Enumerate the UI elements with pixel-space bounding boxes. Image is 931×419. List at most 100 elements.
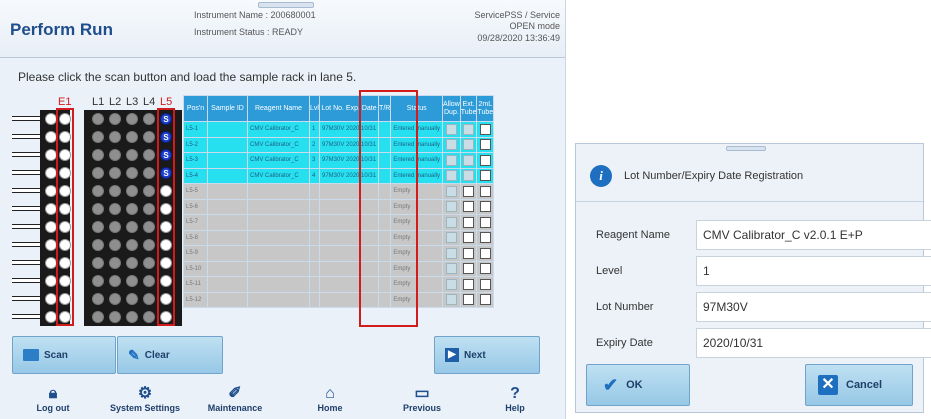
allow-dup-checkbox[interactable] [445, 170, 457, 182]
footer-system-settings[interactable]: ⚙ System Settings [95, 385, 195, 413]
table-cell-reagent[interactable] [247, 260, 310, 277]
ext-tube-checkbox[interactable] [463, 247, 475, 259]
table-row[interactable]: L5-4 CMV Calibrator_C 4 97M30V 2020/10/31 En… [183, 167, 495, 184]
ext-tube-checkbox[interactable] [463, 185, 475, 197]
2ml-tube-checkbox[interactable] [479, 154, 491, 166]
table-row[interactable]: L5-2 CMV Calibrator_C 2 97M30V 2020/10/31 En… [183, 136, 495, 153]
ext-tube-checkbox[interactable] [463, 263, 475, 275]
dialog-drag-handle[interactable] [726, 146, 766, 151]
2ml-tube-checkbox[interactable] [479, 216, 491, 228]
cancel-button-label: Cancel [846, 379, 883, 391]
table-row[interactable]: L5-7 Empty [183, 214, 495, 231]
2ml-tube-checkbox[interactable] [479, 294, 491, 306]
table-row[interactable]: L5-10 Empty [183, 260, 495, 277]
table-row[interactable]: L5-3 CMV Calibrator_C 3 97M30V 2020/10/31 En… [183, 152, 495, 169]
table-cell-pos: L5-6 [183, 198, 208, 215]
ext-tube-checkbox[interactable] [463, 139, 475, 151]
table-cell-reagent[interactable] [247, 198, 310, 215]
allow-dup-checkbox[interactable] [445, 294, 457, 306]
2ml-tube-checkbox[interactable] [479, 139, 491, 151]
table-row[interactable]: L5-9 Empty [183, 245, 495, 262]
2ml-tube-checkbox[interactable] [479, 185, 491, 197]
table-cell-reagent[interactable] [247, 291, 310, 308]
table-header-cell: Lvl [309, 95, 320, 122]
reagent-name-field[interactable]: CMV Calibrator_C v2.0.1 E+P [696, 220, 931, 250]
table-row[interactable]: L5-1 CMV Calibrator_C 1 97M30V 2020/10/31 En… [183, 121, 495, 138]
ext-tube-checkbox[interactable] [463, 232, 475, 244]
expiry-date-label: Expiry Date [596, 337, 653, 349]
header-bar: Perform Run Instrument Name : 200680001 … [0, 0, 565, 58]
tube-slot [143, 257, 155, 269]
clear-button[interactable]: ✎ Clear [117, 336, 223, 374]
cancel-button[interactable]: ✕ Cancel [805, 364, 913, 406]
expiry-date-field[interactable]: 2020/10/31 [696, 328, 931, 358]
tube-slot [126, 293, 138, 305]
tube-slot [143, 221, 155, 233]
table-row[interactable]: L5-8 Empty [183, 229, 495, 246]
clear-button-label: Clear [144, 349, 170, 361]
lane-label-l4: L4 [143, 96, 156, 108]
footer-maintenance[interactable]: ✐ Maintenance [185, 385, 285, 413]
tube-slot [92, 221, 104, 233]
2ml-tube-checkbox[interactable] [479, 170, 491, 182]
table-cell-reagent[interactable]: CMV Calibrator_C [247, 152, 310, 169]
allow-dup-checkbox[interactable] [445, 201, 457, 213]
allow-dup-checkbox[interactable] [445, 247, 457, 259]
allow-dup-checkbox[interactable] [445, 216, 457, 228]
allow-dup-checkbox[interactable] [445, 232, 457, 244]
ext-tube-checkbox[interactable] [463, 154, 475, 166]
table-cell-lvl [309, 276, 320, 293]
ok-button[interactable]: ✔ OK [586, 364, 690, 406]
ext-tube-checkbox[interactable] [463, 170, 475, 182]
table-cell-allow-dup [442, 260, 461, 277]
ext-tube-checkbox[interactable] [463, 294, 475, 306]
2ml-tube-checkbox[interactable] [479, 247, 491, 259]
footer-home-label: Home [317, 403, 343, 413]
2ml-tube-checkbox[interactable] [479, 278, 491, 290]
scan-button[interactable]: Scan [12, 336, 116, 374]
table-cell-reagent[interactable]: CMV Calibrator_C [247, 167, 310, 184]
table-cell-reagent[interactable] [247, 229, 310, 246]
2ml-tube-checkbox[interactable] [479, 123, 491, 135]
tube-slot [92, 131, 104, 143]
ext-tube-checkbox[interactable] [463, 201, 475, 213]
footer-previous[interactable]: ▭ Previous [372, 385, 472, 413]
allow-dup-checkbox[interactable] [445, 154, 457, 166]
footer-logout[interactable]: 🔒︎ Log out [3, 385, 103, 413]
2ml-tube-checkbox[interactable] [479, 201, 491, 213]
table-row[interactable]: L5-5 Empty [183, 183, 495, 200]
2ml-tube-checkbox[interactable] [479, 263, 491, 275]
allow-dup-checkbox[interactable] [445, 123, 457, 135]
datetime-label: 09/28/2020 13:36:49 [477, 33, 560, 43]
level-field[interactable]: 1 [696, 256, 931, 286]
table-cell-2ml-tube [476, 229, 495, 246]
table-cell-reagent[interactable] [247, 214, 310, 231]
table-cell-2ml-tube [476, 152, 495, 169]
allow-dup-checkbox[interactable] [445, 185, 457, 197]
table-cell-reagent[interactable]: CMV Calibrator_C [247, 136, 310, 153]
window-drag-handle[interactable] [258, 2, 314, 8]
table-cell-reagent[interactable] [247, 183, 310, 200]
allow-dup-checkbox[interactable] [445, 139, 457, 151]
ext-tube-checkbox[interactable] [463, 123, 475, 135]
table-cell-allow-dup [442, 136, 461, 153]
table-row[interactable]: L5-12 Empty [183, 291, 495, 308]
tube-slot [109, 131, 121, 143]
instruction-text: Please click the scan button and load th… [18, 70, 357, 84]
2ml-tube-checkbox[interactable] [479, 232, 491, 244]
table-cell-pos: L5-8 [183, 229, 208, 246]
allow-dup-checkbox[interactable] [445, 278, 457, 290]
table-cell-reagent[interactable] [247, 276, 310, 293]
tube-slot [126, 257, 138, 269]
next-button[interactable]: ▶ Next [434, 336, 540, 374]
ext-tube-checkbox[interactable] [463, 216, 475, 228]
table-cell-reagent[interactable] [247, 245, 310, 262]
table-row[interactable]: L5-11 Empty [183, 276, 495, 293]
footer-help[interactable]: ? Help [465, 385, 565, 413]
footer-home[interactable]: ⌂ Home [280, 385, 380, 413]
table-cell-reagent[interactable]: CMV Calibrator_C [247, 121, 310, 138]
table-row[interactable]: L5-6 Empty [183, 198, 495, 215]
allow-dup-checkbox[interactable] [445, 263, 457, 275]
ext-tube-checkbox[interactable] [463, 278, 475, 290]
tube-slot [109, 185, 121, 197]
